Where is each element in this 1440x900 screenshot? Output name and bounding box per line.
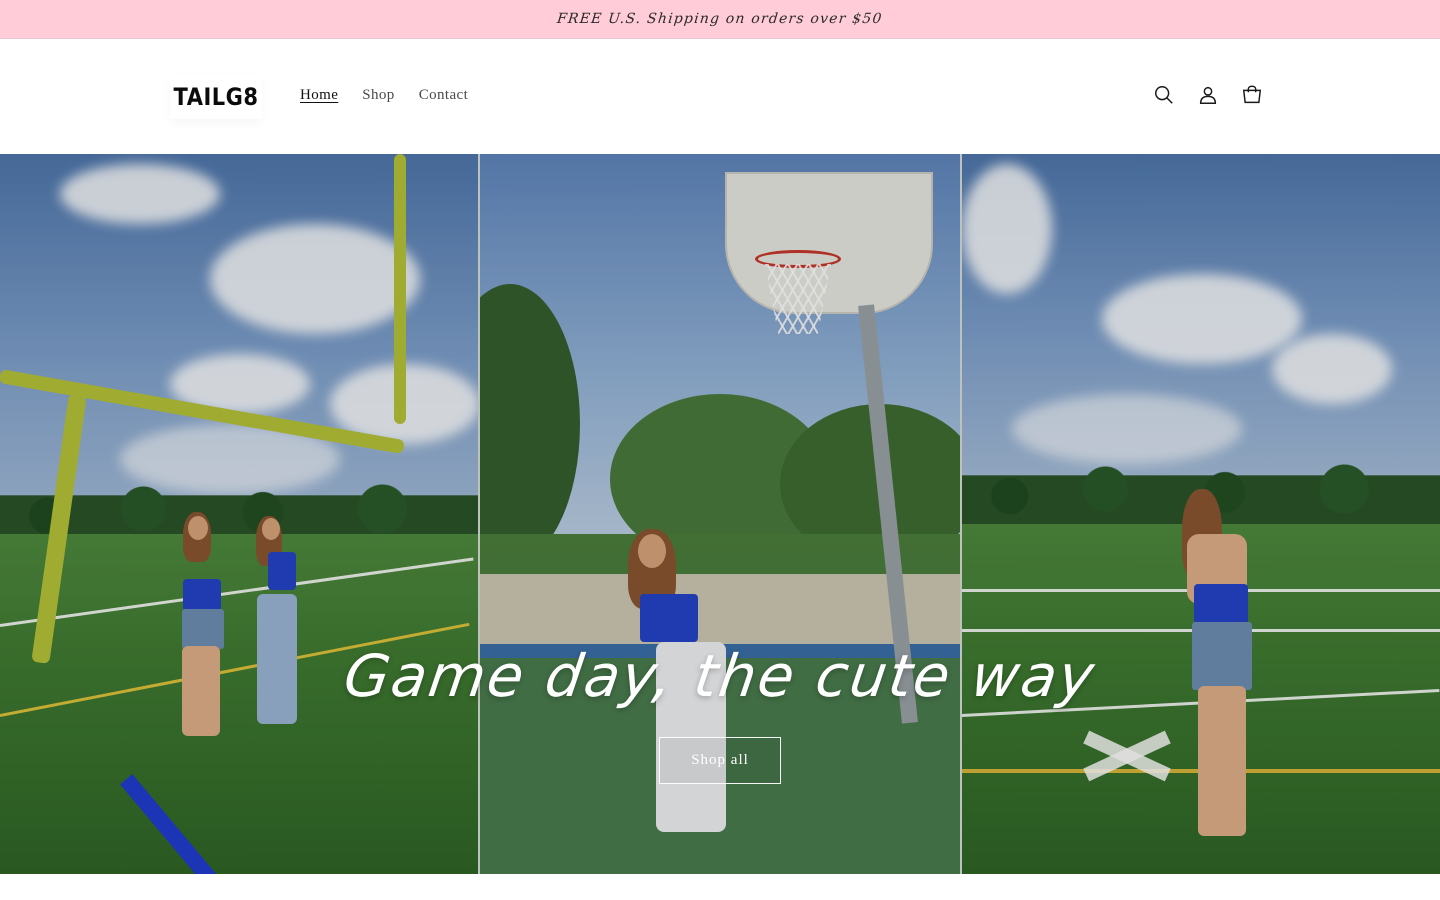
site-header: TAILG8 Home Shop Contact xyxy=(0,39,1440,154)
logo-text: TAILG8 xyxy=(173,83,259,111)
announcement-text: FREE U.S. Shipping on orders over $50 xyxy=(556,11,884,27)
account-icon xyxy=(1199,86,1217,104)
announcement-bar: FREE U.S. Shipping on orders over $50 xyxy=(0,0,1440,39)
cart-button[interactable] xyxy=(1230,73,1274,117)
hero-title: Game day, the cute way xyxy=(339,642,1101,710)
site-logo[interactable]: TAILG8 xyxy=(170,75,262,119)
shop-all-button[interactable]: Shop all xyxy=(659,737,781,784)
nav-link-home[interactable]: Home xyxy=(288,83,350,107)
nav-link-shop[interactable]: Shop xyxy=(350,83,406,107)
account-button[interactable] xyxy=(1186,73,1230,117)
nav-link-contact[interactable]: Contact xyxy=(407,83,480,107)
search-button[interactable] xyxy=(1142,73,1186,117)
cart-icon xyxy=(1242,85,1262,104)
hero-banner: Game day, the cute way Shop all xyxy=(0,154,1440,874)
main-nav: Home Shop Contact xyxy=(288,83,480,107)
search-icon xyxy=(1155,86,1173,104)
header-icons xyxy=(1142,73,1274,117)
